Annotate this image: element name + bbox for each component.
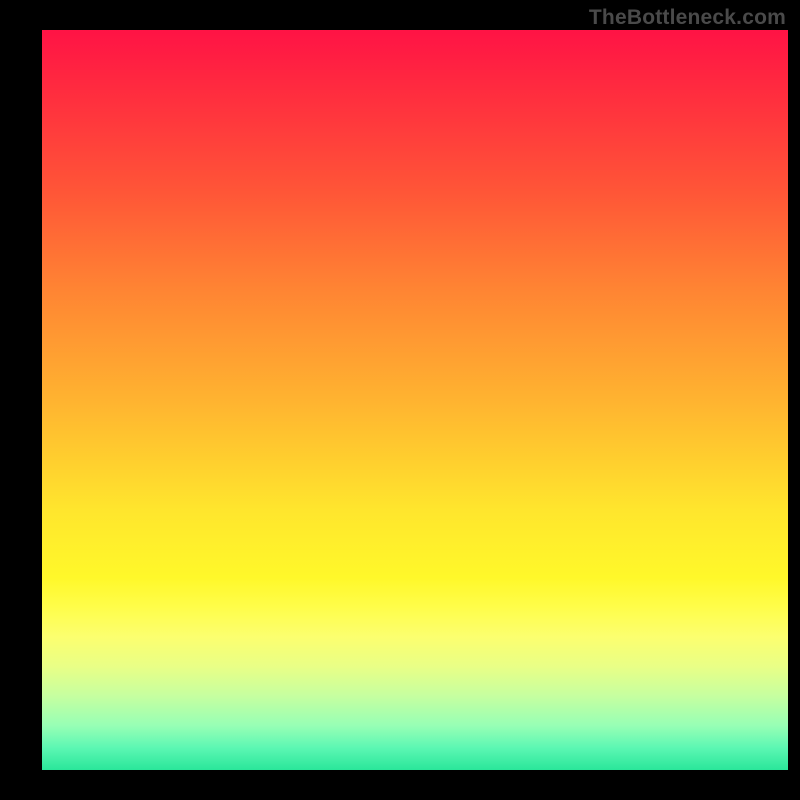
outer-frame: TheBottleneck.com xyxy=(0,0,800,800)
watermark-text: TheBottleneck.com xyxy=(589,6,786,30)
plot-area xyxy=(42,30,788,770)
heat-gradient xyxy=(42,30,788,770)
